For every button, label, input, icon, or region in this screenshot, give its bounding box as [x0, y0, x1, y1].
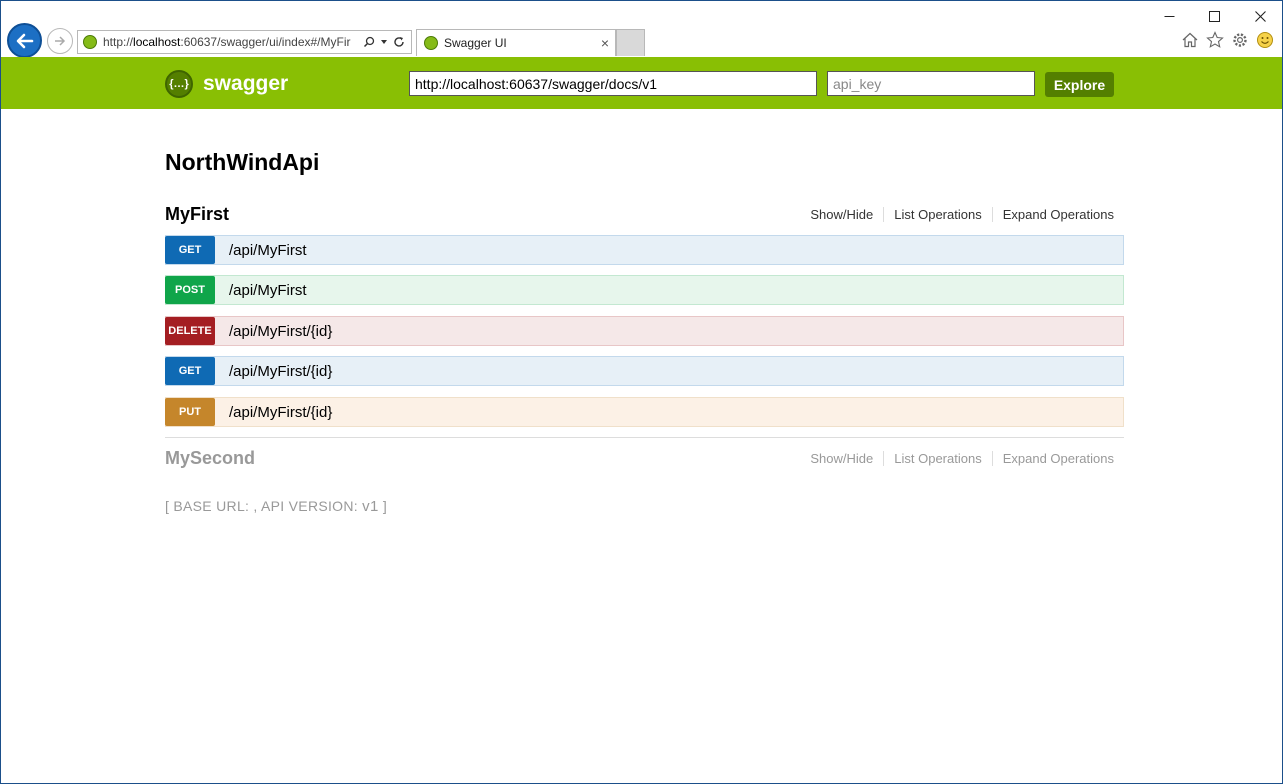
api-key-input[interactable] — [827, 71, 1035, 96]
address-text[interactable]: http://localhost:60637/swagger/ui/index#… — [103, 35, 358, 49]
resource-actions: Show/Hide List Operations Expand Operati… — [800, 207, 1124, 222]
refresh-icon[interactable] — [393, 36, 405, 48]
swagger-logo-icon: {…} — [165, 70, 193, 98]
method-badge[interactable]: DELETE — [165, 317, 215, 345]
method-badge[interactable]: PUT — [165, 398, 215, 426]
explore-button[interactable]: Explore — [1045, 72, 1114, 97]
address-host: localhost — [133, 35, 181, 49]
show-hide-link[interactable]: Show/Hide — [800, 451, 883, 466]
operation-path[interactable]: /api/MyFirst — [229, 282, 307, 299]
list-operations-link[interactable]: List Operations — [883, 451, 991, 466]
list-operations-link[interactable]: List Operations — [883, 207, 991, 222]
forward-button[interactable] — [47, 28, 73, 54]
operation-put-myfirst-id[interactable]: PUT /api/MyFirst/{id} — [165, 397, 1124, 427]
method-badge[interactable]: POST — [165, 276, 215, 304]
home-icon[interactable] — [1181, 31, 1199, 49]
browser-chrome: http://localhost:60637/swagger/ui/index#… — [1, 1, 1283, 58]
show-hide-link[interactable]: Show/Hide — [800, 207, 883, 222]
close-window-button[interactable] — [1237, 5, 1283, 27]
address-path: :60637/swagger/ui/index#/MyFir — [180, 35, 351, 49]
operation-path[interactable]: /api/MyFirst — [229, 242, 307, 259]
operation-path[interactable]: /api/MyFirst/{id} — [229, 404, 332, 421]
spec-url-input[interactable] — [409, 71, 817, 96]
gear-icon[interactable] — [1231, 31, 1249, 49]
base-url-label: [ BASE URL: , API VERSION: — [165, 498, 363, 514]
swagger-favicon-icon — [424, 36, 438, 50]
operation-get-myfirst-id[interactable]: GET /api/MyFirst/{id} — [165, 356, 1124, 386]
minimize-icon — [1164, 15, 1174, 17]
swagger-header: {…} swagger Explore — [1, 57, 1282, 109]
resource-mysecond: MySecond Show/Hide List Operations Expan… — [165, 448, 1124, 476]
browser-toolbar — [1181, 31, 1274, 49]
method-badge[interactable]: GET — [165, 357, 215, 385]
minimize-button[interactable] — [1146, 5, 1192, 27]
resource-name[interactable]: MyFirst — [165, 204, 229, 225]
tab-swagger-ui[interactable]: Swagger UI × — [416, 29, 616, 56]
browser-window: http://localhost:60637/swagger/ui/index#… — [0, 0, 1283, 784]
address-scheme: http:// — [103, 35, 134, 49]
smiley-feedback-icon[interactable] — [1256, 31, 1274, 49]
favorites-star-icon[interactable] — [1206, 31, 1224, 49]
method-badge[interactable]: GET — [165, 236, 215, 264]
resource-divider — [165, 437, 1124, 438]
operation-delete-myfirst-id[interactable]: DELETE /api/MyFirst/{id} — [165, 316, 1124, 346]
close-icon — [1254, 10, 1266, 22]
resource-name[interactable]: MySecond — [165, 448, 255, 469]
operation-get-myfirst[interactable]: GET /api/MyFirst — [165, 235, 1124, 265]
expand-operations-link[interactable]: Expand Operations — [991, 207, 1124, 222]
address-bar[interactable]: http://localhost:60637/swagger/ui/index#… — [77, 30, 412, 54]
arrow-left-icon — [16, 33, 33, 48]
resource-myfirst: MyFirst Show/Hide List Operations Expand… — [165, 204, 1124, 232]
operation-post-myfirst[interactable]: POST /api/MyFirst — [165, 275, 1124, 305]
arrow-right-icon — [55, 36, 66, 46]
maximize-button[interactable] — [1191, 5, 1237, 27]
swagger-favicon-icon — [83, 35, 97, 49]
resource-actions: Show/Hide List Operations Expand Operati… — [800, 451, 1124, 466]
new-tab-button[interactable] — [616, 29, 645, 56]
resource-header: MyFirst Show/Hide List Operations Expand… — [165, 204, 1124, 232]
close-tab-icon[interactable]: × — [601, 35, 609, 51]
search-icon[interactable] — [363, 36, 375, 48]
back-button[interactable] — [7, 23, 42, 58]
resource-header: MySecond Show/Hide List Operations Expan… — [165, 448, 1124, 476]
swagger-logo[interactable]: {…} swagger — [165, 70, 288, 98]
api-version: v1 — [362, 498, 379, 515]
maximize-icon — [1208, 10, 1220, 22]
expand-operations-link[interactable]: Expand Operations — [991, 451, 1124, 466]
tab-title: Swagger UI — [444, 36, 507, 50]
api-title: NorthWindApi — [165, 149, 320, 175]
api-info-footer: [ BASE URL: , API VERSION: v1 ] — [165, 498, 387, 515]
operation-path[interactable]: /api/MyFirst/{id} — [229, 323, 332, 340]
swagger-logo-text: swagger — [203, 72, 289, 95]
operation-path[interactable]: /api/MyFirst/{id} — [229, 363, 332, 380]
footer-close-bracket: ] — [378, 498, 388, 514]
chevron-down-icon[interactable] — [380, 38, 388, 46]
